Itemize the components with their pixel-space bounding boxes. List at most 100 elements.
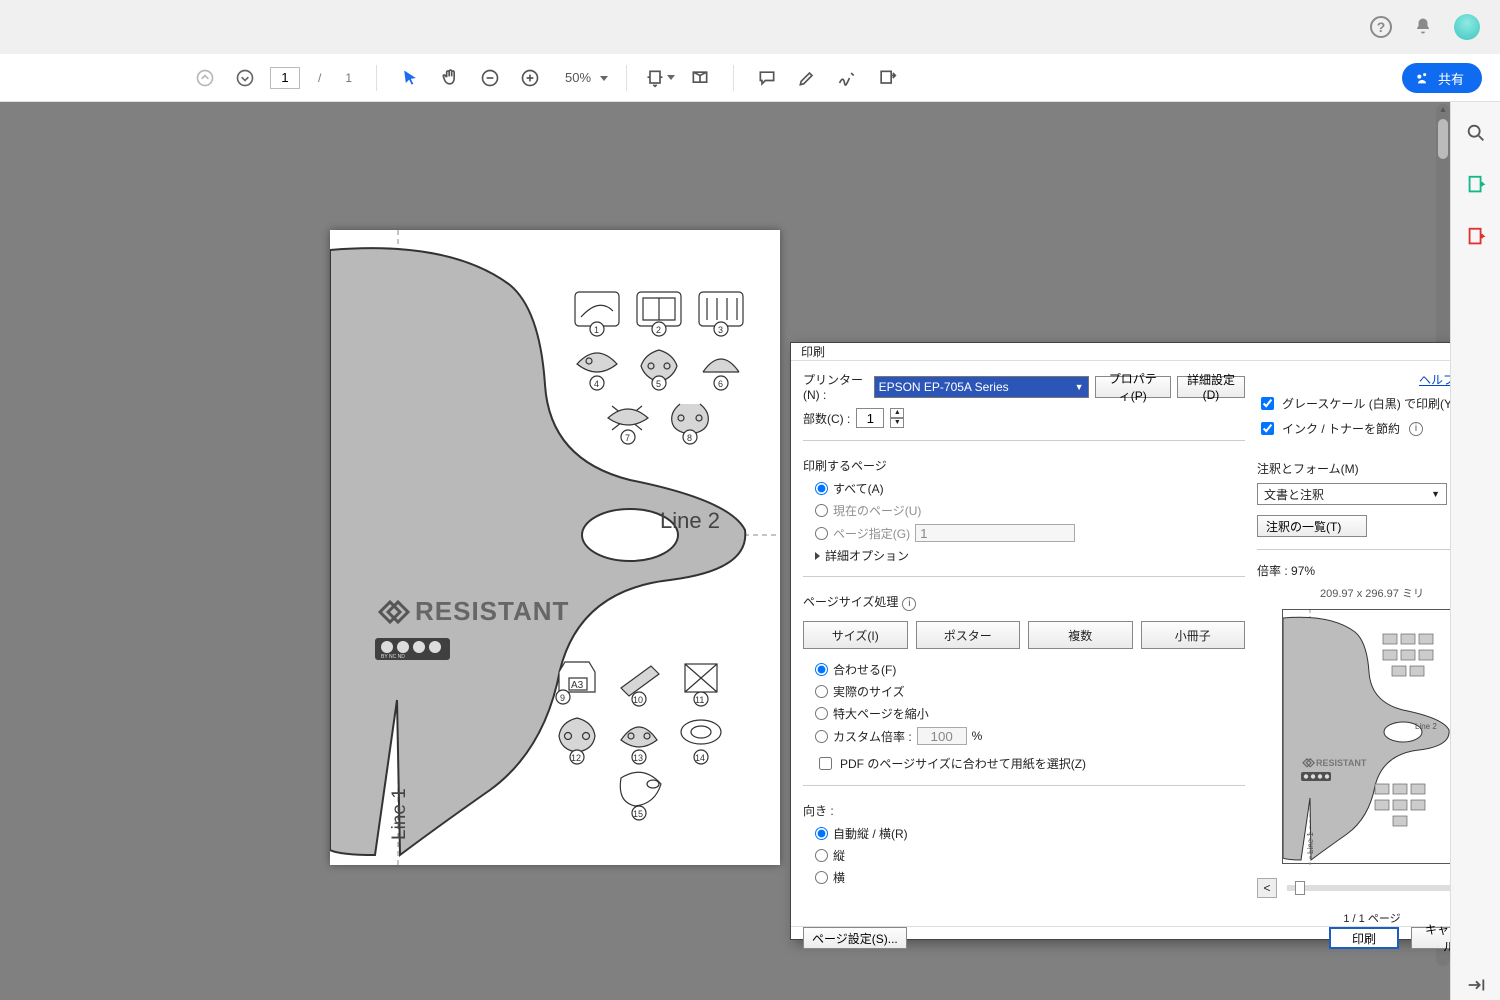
fit-width-button[interactable] xyxy=(645,63,675,93)
custom-scale-input[interactable] xyxy=(917,727,967,745)
tab-size[interactable]: サイズ(I) xyxy=(803,621,908,649)
zoom-value: 50% xyxy=(565,70,591,85)
line1-label: Line 1 xyxy=(389,788,410,840)
comments-group-label: 注釈とフォーム(M) xyxy=(1257,460,1450,477)
pagesize-group-label: ページサイズ処理i xyxy=(803,593,1245,611)
copies-down-button[interactable]: ▼ xyxy=(890,418,904,428)
svg-text:6: 6 xyxy=(718,379,723,389)
svg-text:3: 3 xyxy=(718,325,723,335)
pages-group-label: 印刷するページ xyxy=(803,457,1245,474)
svg-text:A3: A3 xyxy=(571,680,584,691)
tab-multiple[interactable]: 複数 xyxy=(1028,621,1133,649)
highlight-tool[interactable] xyxy=(792,63,822,93)
tab-poster[interactable]: ポスター xyxy=(916,621,1021,649)
svg-text:BY NC ND: BY NC ND xyxy=(381,654,405,660)
svg-text:15: 15 xyxy=(633,809,643,819)
print-preview: Line 2 Line 1 RESISTANT xyxy=(1282,609,1450,864)
svg-text:1: 1 xyxy=(594,325,599,335)
comments-list-button[interactable]: 注釈の一覧(T) xyxy=(1257,515,1367,537)
help-link[interactable]: ヘルプ(H) ⓘ xyxy=(1419,373,1450,387)
advanced-settings-button[interactable]: 詳細設定(D) xyxy=(1177,376,1245,398)
page-setup-button[interactable]: ページ設定(S)... xyxy=(803,927,907,949)
line2-label: Line 2 xyxy=(660,508,720,533)
svg-text:5: 5 xyxy=(656,379,661,389)
info-icon[interactable]: i xyxy=(1409,422,1423,436)
svg-text:12: 12 xyxy=(571,753,581,763)
select-tool[interactable] xyxy=(395,63,425,93)
svg-text:9: 9 xyxy=(560,693,565,703)
custom-scale-radio[interactable]: カスタム倍率 : % xyxy=(815,727,1245,745)
orientation-label: 向き : xyxy=(803,802,1245,819)
page-up-button[interactable] xyxy=(190,63,220,93)
grayscale-checkbox[interactable]: グレースケール (白黒) で印刷(Y) xyxy=(1257,394,1450,413)
orient-portrait-radio[interactable]: 縦 xyxy=(815,847,1245,864)
copies-label: 部数(C) : xyxy=(803,410,850,427)
app-top-bar: ? xyxy=(0,0,1500,54)
save-toner-checkbox[interactable]: インク / トナーを節約i xyxy=(1257,419,1450,438)
page-number-input[interactable] xyxy=(270,67,300,89)
paper-dimensions: 209.97 x 296.97 ミリ xyxy=(1257,585,1450,601)
read-mode-button[interactable] xyxy=(685,63,715,93)
properties-button[interactable]: プロパティ(P) xyxy=(1095,376,1171,398)
svg-text:7: 7 xyxy=(625,433,630,443)
tab-booklet[interactable]: 小冊子 xyxy=(1141,621,1246,649)
expand-tools-icon[interactable] xyxy=(1461,970,1491,1000)
main-area: ▴ Line 2 Line 1 xyxy=(0,102,1500,1000)
triangle-right-icon xyxy=(815,552,820,560)
scroll-up-icon[interactable]: ▴ xyxy=(1440,104,1445,115)
dialog-title: 印刷 xyxy=(801,343,825,360)
dialog-titlebar: 印刷 xyxy=(791,343,1450,361)
page-separator: / xyxy=(318,71,321,85)
orient-auto-radio[interactable]: 自動縦 / 横(R) xyxy=(815,825,1245,842)
pages-range-input[interactable] xyxy=(915,524,1075,542)
chevron-down-icon xyxy=(667,75,675,80)
sign-tool[interactable] xyxy=(832,63,862,93)
print-dialog: 印刷 プリンター(N) : EPSON EP-705A Series ▼ xyxy=(790,342,1450,940)
zoom-dropdown[interactable]: 50% xyxy=(565,70,608,85)
search-icon[interactable] xyxy=(1461,118,1491,148)
share-label: 共有 xyxy=(1438,69,1464,88)
document-canvas[interactable]: ▴ Line 2 Line 1 xyxy=(0,102,1450,1000)
comments-select[interactable]: 文書と注釈▼ xyxy=(1257,483,1447,505)
orient-landscape-radio[interactable]: 横 xyxy=(815,869,1245,886)
pages-range-radio[interactable]: ページ指定(G) xyxy=(815,524,1245,542)
svg-text:2: 2 xyxy=(656,325,661,335)
pages-current-radio[interactable]: 現在のページ(U) xyxy=(815,502,1245,519)
export-pdf-icon[interactable] xyxy=(1461,170,1491,200)
cancel-button[interactable]: キャンセル xyxy=(1411,927,1450,949)
scroll-thumb[interactable] xyxy=(1438,119,1448,159)
avatar[interactable] xyxy=(1454,14,1480,40)
info-icon[interactable]: i xyxy=(902,597,916,611)
svg-text:RESISTANT: RESISTANT xyxy=(1316,758,1367,768)
preview-prev-button[interactable]: < xyxy=(1257,878,1277,898)
chevron-down-icon xyxy=(600,76,608,81)
choose-paper-checkbox[interactable]: PDF のページサイズに合わせて用紙を選択(Z) xyxy=(815,754,1245,773)
copies-input[interactable] xyxy=(856,408,884,428)
create-pdf-icon[interactable] xyxy=(1461,222,1491,252)
preview-slider[interactable] xyxy=(1287,885,1450,891)
main-toolbar: / 1 50% 共有 xyxy=(0,54,1500,102)
slider-handle[interactable] xyxy=(1295,881,1305,895)
svg-text:4: 4 xyxy=(594,379,599,389)
page-total: 1 xyxy=(345,71,352,85)
print-button[interactable]: 印刷 xyxy=(1329,927,1399,949)
stamp-tool[interactable] xyxy=(872,63,902,93)
hand-tool[interactable] xyxy=(435,63,465,93)
more-options-toggle[interactable]: 詳細オプション xyxy=(815,547,1245,564)
svg-text:Line 2: Line 2 xyxy=(1415,722,1437,731)
comment-tool[interactable] xyxy=(752,63,782,93)
printer-select[interactable]: EPSON EP-705A Series ▼ xyxy=(874,376,1089,398)
pages-all-radio[interactable]: すべて(A) xyxy=(815,480,1245,497)
right-tools-sidebar xyxy=(1450,102,1500,1000)
actual-size-radio[interactable]: 実際のサイズ xyxy=(815,683,1245,700)
page-down-button[interactable] xyxy=(230,63,260,93)
fit-radio[interactable]: 合わせる(F) xyxy=(815,661,1245,678)
svg-text:8: 8 xyxy=(687,433,692,443)
shrink-radio[interactable]: 特大ページを縮小 xyxy=(815,705,1245,722)
share-button[interactable]: 共有 xyxy=(1402,63,1482,93)
notifications-icon[interactable] xyxy=(1414,17,1432,37)
zoom-out-button[interactable] xyxy=(475,63,505,93)
copies-up-button[interactable]: ▲ xyxy=(890,408,904,418)
help-icon[interactable]: ? xyxy=(1370,16,1392,38)
zoom-in-button[interactable] xyxy=(515,63,545,93)
